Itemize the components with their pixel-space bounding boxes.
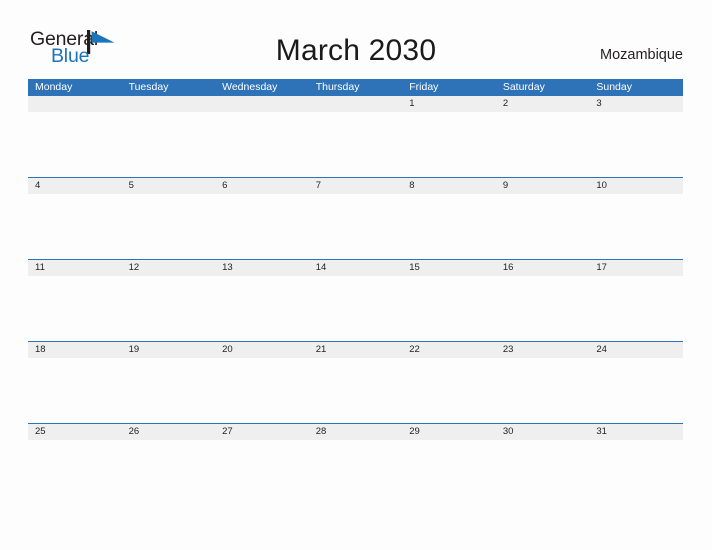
week-note-area[interactable] [28, 358, 683, 423]
day-cell[interactable]: 14 [309, 260, 403, 276]
day-cell[interactable]: 18 [28, 342, 122, 358]
day-cell[interactable]: 13 [215, 260, 309, 276]
day-cell[interactable]: 12 [122, 260, 216, 276]
day-cell[interactable]: 31 [589, 424, 683, 440]
day-cell[interactable]: 23 [496, 342, 590, 358]
page-header: General Blue March 2030 Mozambique [0, 0, 712, 79]
weekday-header-wednesday: Wednesday [222, 81, 278, 93]
day-cell[interactable]: 29 [402, 424, 496, 440]
week-date-band: 18 19 20 21 22 23 24 [28, 342, 683, 358]
day-cell[interactable]: 10 [589, 178, 683, 194]
week-note-area[interactable] [28, 440, 683, 505]
day-cell[interactable]: 4 [28, 178, 122, 194]
week-date-band: 1 2 3 [28, 96, 683, 112]
day-cell[interactable]: 17 [589, 260, 683, 276]
day-cell[interactable]: 8 [402, 178, 496, 194]
calendar-week-row: 18 19 20 21 22 23 24 [28, 341, 683, 423]
calendar-week-row: 25 26 27 28 29 30 31 [28, 423, 683, 505]
weekday-header-monday: Monday [35, 81, 73, 93]
day-cell[interactable]: 21 [309, 342, 403, 358]
week-note-area[interactable] [28, 276, 683, 341]
day-cell[interactable]: 27 [215, 424, 309, 440]
weekday-header-friday: Friday [409, 81, 439, 93]
weekday-header-row: Monday Tuesday Wednesday Thursday Friday… [28, 79, 683, 96]
day-cell[interactable]: 19 [122, 342, 216, 358]
day-cell[interactable]: 30 [496, 424, 590, 440]
weekday-header-tuesday: Tuesday [128, 81, 169, 93]
day-cell[interactable]: 3 [589, 96, 683, 112]
day-cell[interactable]: 6 [215, 178, 309, 194]
calendar-grid: Monday Tuesday Wednesday Thursday Friday… [28, 79, 683, 505]
week-note-area[interactable] [28, 194, 683, 259]
day-cell[interactable]: 26 [122, 424, 216, 440]
calendar-week-row: 11 12 13 14 15 16 17 [28, 259, 683, 341]
week-note-area[interactable] [28, 112, 683, 177]
day-cell[interactable]: 22 [402, 342, 496, 358]
day-cell[interactable]: 9 [496, 178, 590, 194]
day-cell[interactable] [215, 96, 309, 112]
weekday-header-sunday: Sunday [596, 81, 632, 93]
day-cell[interactable]: 11 [28, 260, 122, 276]
day-cell[interactable]: 7 [309, 178, 403, 194]
day-cell[interactable]: 20 [215, 342, 309, 358]
day-cell[interactable]: 25 [28, 424, 122, 440]
day-cell[interactable]: 15 [402, 260, 496, 276]
calendar-week-row: 1 2 3 [28, 96, 683, 177]
day-cell[interactable]: 1 [402, 96, 496, 112]
week-date-band: 25 26 27 28 29 30 31 [28, 424, 683, 440]
day-cell[interactable] [309, 96, 403, 112]
day-cell[interactable]: 24 [589, 342, 683, 358]
day-cell[interactable]: 5 [122, 178, 216, 194]
day-cell[interactable]: 16 [496, 260, 590, 276]
weekday-header-saturday: Saturday [502, 81, 545, 93]
week-date-band: 4 5 6 7 8 9 10 [28, 178, 683, 194]
week-date-band: 11 12 13 14 15 16 17 [28, 260, 683, 276]
calendar-week-row: 4 5 6 7 8 9 10 [28, 177, 683, 259]
day-cell[interactable] [122, 96, 216, 112]
day-cell[interactable]: 28 [309, 424, 403, 440]
weekday-header-thursday: Thursday [315, 81, 360, 93]
day-cell[interactable]: 2 [496, 96, 590, 112]
country-label: Mozambique [599, 47, 683, 63]
day-cell[interactable] [28, 96, 122, 112]
